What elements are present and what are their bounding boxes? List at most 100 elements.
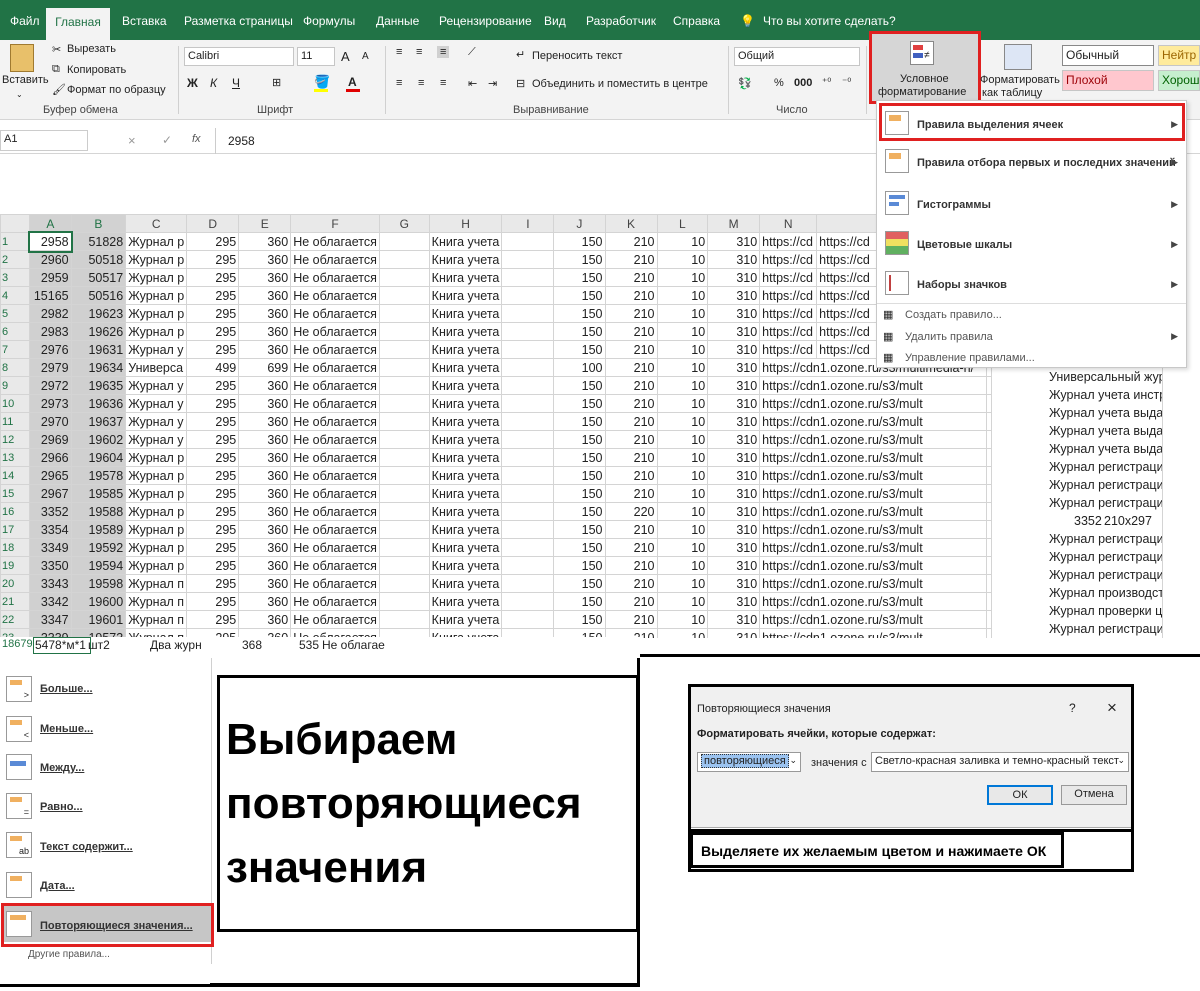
cell[interactable]: Журнал у bbox=[125, 340, 188, 359]
cell[interactable]: Не облагается bbox=[290, 538, 380, 557]
cell[interactable]: 19585 bbox=[70, 484, 127, 503]
cell[interactable]: 150 bbox=[553, 322, 606, 341]
cell[interactable]: 19601 bbox=[70, 610, 127, 629]
cell[interactable]: 15165 bbox=[29, 286, 72, 305]
cell[interactable]: Книга учета bbox=[428, 610, 503, 629]
row-header[interactable]: 10 bbox=[0, 394, 31, 413]
cell[interactable]: 150 bbox=[553, 250, 606, 269]
cell[interactable]: 150 bbox=[553, 412, 606, 431]
cell[interactable]: Не облагается bbox=[290, 556, 380, 575]
cell[interactable]: 310 bbox=[707, 304, 761, 323]
cell[interactable]: 360 bbox=[238, 556, 292, 575]
cell[interactable]: https://cdn1.ozone.ru/s3/mult bbox=[759, 502, 987, 521]
cell[interactable]: Журнал учета выдач bbox=[992, 440, 1162, 458]
row-header[interactable]: 4 bbox=[0, 286, 31, 305]
cell[interactable]: 150 bbox=[553, 556, 606, 575]
cell[interactable]: Книга учета bbox=[428, 394, 503, 413]
cell[interactable]: 210 bbox=[604, 430, 658, 449]
cell[interactable]: 19637 bbox=[70, 412, 127, 431]
row-header[interactable]: 22 bbox=[0, 610, 31, 629]
cell[interactable]: 210 bbox=[604, 340, 658, 359]
cell[interactable] bbox=[378, 322, 430, 341]
cell[interactable]: 150 bbox=[553, 232, 606, 251]
cell[interactable]: 2965 bbox=[29, 466, 72, 485]
cell[interactable]: 10 bbox=[656, 430, 709, 449]
cell[interactable]: 295 bbox=[186, 268, 240, 287]
borders-icon[interactable]: ⊞ bbox=[272, 76, 281, 89]
cell[interactable]: Книга учета bbox=[428, 574, 503, 593]
cell[interactable]: 210 bbox=[604, 286, 658, 305]
cell[interactable]: 310 bbox=[707, 358, 761, 377]
cell[interactable]: 3343 bbox=[29, 574, 72, 593]
cell[interactable]: 360 bbox=[238, 376, 292, 395]
cell[interactable]: 310 bbox=[707, 376, 761, 395]
row-header[interactable]: 6 bbox=[0, 322, 31, 341]
cell[interactable]: 295 bbox=[186, 574, 240, 593]
cell[interactable] bbox=[501, 358, 555, 377]
cell[interactable]: 310 bbox=[707, 502, 761, 521]
cell[interactable]: 310 bbox=[707, 430, 761, 449]
cell[interactable]: https://cdn1.ozone.ru/s3/mult bbox=[759, 520, 987, 539]
percent-icon[interactable]: % bbox=[774, 77, 784, 89]
cell[interactable]: https://cd bbox=[759, 268, 818, 287]
cell[interactable]: https://cdn1.ozone.ru/s3/mult bbox=[759, 592, 987, 611]
column-header-k[interactable]: K bbox=[604, 214, 658, 233]
close-icon[interactable]: × bbox=[1107, 698, 1117, 718]
row-header[interactable]: 2 bbox=[0, 250, 31, 269]
cell[interactable]: Журнал п bbox=[125, 574, 188, 593]
cell[interactable] bbox=[986, 430, 992, 449]
cell[interactable]: 360 bbox=[238, 610, 292, 629]
cell[interactable]: Не облагается bbox=[290, 610, 380, 629]
cell[interactable] bbox=[986, 628, 992, 638]
cell[interactable]: 360 bbox=[238, 430, 292, 449]
cell[interactable]: Книга учета bbox=[428, 358, 503, 377]
cell[interactable]: 310 bbox=[707, 592, 761, 611]
cell[interactable]: Журнал у bbox=[125, 412, 188, 431]
format-as-table-label-2[interactable]: как таблицу bbox=[982, 87, 1042, 99]
cell[interactable]: 295 bbox=[186, 232, 240, 251]
orientation-icon[interactable]: ⟋ bbox=[468, 46, 476, 59]
cell[interactable]: Журнал у bbox=[125, 394, 188, 413]
cell[interactable]: Не облагается bbox=[290, 322, 380, 341]
tab-insert[interactable]: Вставка bbox=[122, 14, 167, 28]
cell[interactable]: 295 bbox=[186, 304, 240, 323]
cell[interactable]: 210 bbox=[604, 250, 658, 269]
row-header[interactable]: 21 bbox=[0, 592, 31, 611]
cell[interactable] bbox=[378, 502, 430, 521]
cell[interactable]: 360 bbox=[238, 502, 292, 521]
cell[interactable]: Журнал регистраци bbox=[992, 530, 1162, 548]
cell[interactable]: https://cdn1.ozone.ru/s3/mult bbox=[759, 376, 987, 395]
cell[interactable] bbox=[378, 232, 430, 251]
cell[interactable]: 295 bbox=[186, 484, 240, 503]
tab-view[interactable]: Вид bbox=[544, 14, 566, 28]
cell[interactable]: 295 bbox=[186, 502, 240, 521]
cell[interactable]: Журнал регистраци bbox=[992, 458, 1162, 476]
cell[interactable]: 360 bbox=[238, 322, 292, 341]
cell[interactable]: 10 bbox=[656, 574, 709, 593]
cell[interactable]: 150 bbox=[553, 394, 606, 413]
column-header-n[interactable]: N bbox=[759, 214, 818, 233]
cell[interactable] bbox=[378, 448, 430, 467]
tab-developer[interactable]: Разработчик bbox=[586, 14, 656, 28]
row-header[interactable]: 18 bbox=[0, 538, 31, 557]
cell[interactable]: 50516 bbox=[70, 286, 127, 305]
cell[interactable]: https://cdn1.ozone.ru/s3/mult bbox=[759, 394, 987, 413]
column-header-h[interactable]: H bbox=[428, 214, 503, 233]
align-top-icon[interactable]: ≡ bbox=[396, 46, 402, 58]
format-painter-button[interactable]: Формат по образцу bbox=[67, 84, 166, 96]
cell[interactable] bbox=[378, 412, 430, 431]
underline-button[interactable]: Ч bbox=[232, 76, 240, 90]
cell[interactable]: 310 bbox=[707, 610, 761, 629]
column-header-e[interactable]: E bbox=[238, 214, 292, 233]
cell[interactable]: Журнал р bbox=[125, 466, 188, 485]
cell[interactable]: Журнал р bbox=[125, 304, 188, 323]
cell[interactable] bbox=[501, 484, 555, 503]
menu-between[interactable]: Между... bbox=[40, 762, 84, 774]
cell[interactable]: 150 bbox=[553, 520, 606, 539]
cell[interactable]: Журнал р bbox=[125, 322, 188, 341]
cell[interactable]: https://cdn1.ozone.ru/s3/mult bbox=[759, 556, 987, 575]
cell[interactable]: 295 bbox=[186, 520, 240, 539]
align-right-icon[interactable]: ≡ bbox=[440, 77, 446, 89]
cell[interactable] bbox=[378, 520, 430, 539]
row-header[interactable]: 19 bbox=[0, 556, 31, 575]
